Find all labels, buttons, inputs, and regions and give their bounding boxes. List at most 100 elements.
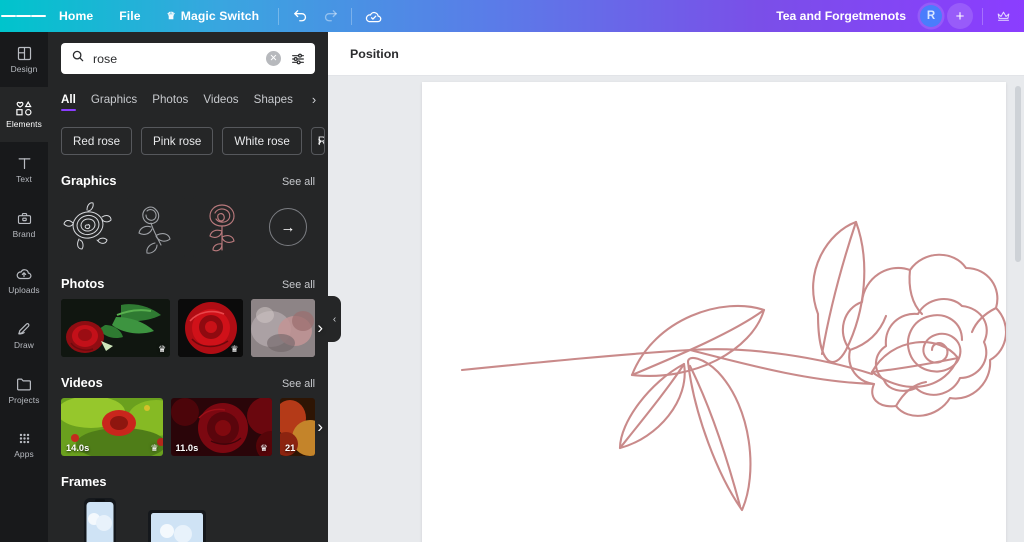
tab-photos-label: Photos — [152, 93, 188, 106]
elements-panel: rose ✕ All Graphics Photos — [48, 32, 328, 542]
redo-icon[interactable] — [315, 1, 345, 31]
pro-crown-icon: ♛ — [158, 345, 166, 354]
sidebar-item-apps[interactable]: Apps — [0, 417, 48, 472]
top-bar: Home File ♛ Magic Switch — [0, 0, 1024, 32]
canva-editor-window: Home File ♛ Magic Switch — [0, 0, 1024, 542]
video-rose-in-green-field[interactable]: 14.0s ♛ — [61, 398, 163, 456]
chips-chevron-right-icon[interactable]: › — [318, 133, 322, 148]
video-duration-3: 21 — [285, 443, 295, 453]
photo-blurred-rose-bokeh[interactable] — [251, 299, 315, 357]
design-title[interactable]: Tea and Forgetmenots — [776, 9, 906, 23]
graphic-rose-sketch-grey[interactable] — [127, 196, 185, 258]
sidebar-item-draw-label: Draw — [14, 341, 34, 349]
pro-crown-icon-3: ♛ — [150, 444, 158, 453]
avatar[interactable]: R — [920, 5, 942, 27]
section-title-videos: Videos — [61, 375, 103, 390]
topbar-divider-3 — [982, 8, 983, 25]
see-all-graphics[interactable]: See all — [282, 176, 315, 188]
undo-icon[interactable] — [285, 1, 315, 31]
video-duration: 14.0s — [66, 443, 89, 453]
video-partial[interactable]: 21 — [280, 398, 315, 456]
crown-icon[interactable] — [990, 3, 1016, 29]
chevron-right-icon[interactable]: › — [305, 92, 323, 107]
see-all-photos[interactable]: See all — [282, 279, 315, 291]
tab-shapes[interactable]: Shapes — [254, 93, 293, 111]
editor-area: Position — [328, 32, 1024, 542]
sidebar-item-elements[interactable]: Elements — [0, 87, 48, 142]
position-button[interactable]: Position — [342, 42, 407, 66]
menu-item-file-label: File — [119, 9, 140, 23]
sidebar-item-projects[interactable]: Projects — [0, 362, 48, 417]
sidebar-item-uploads[interactable]: Uploads — [0, 252, 48, 307]
filter-chips: Red rose Pink rose White rose Ro › — [48, 127, 328, 155]
menu-item-magic-switch[interactable]: ♛ Magic Switch — [154, 0, 272, 32]
tab-all-label: All — [61, 93, 76, 106]
sidebar-item-apps-label: Apps — [14, 450, 34, 458]
search-area: rose ✕ — [48, 32, 328, 74]
video-duration-2: 11.0s — [176, 443, 199, 453]
photo-red-rose-with-leaves[interactable]: ♛ — [61, 299, 170, 357]
pro-crown-icon-2: ♛ — [231, 345, 239, 354]
sidebar-item-brand[interactable]: Brand — [0, 197, 48, 252]
tab-videos[interactable]: Videos — [203, 93, 238, 111]
chip-pink-rose[interactable]: Pink rose — [141, 127, 213, 155]
sidebar-item-text[interactable]: Text — [0, 142, 48, 197]
sidebar-item-draw[interactable]: Draw — [0, 307, 48, 362]
panel-collapse-handle[interactable]: ‹ — [328, 296, 341, 342]
photos-row: ♛ ♛ — [48, 299, 328, 357]
sidebar-item-uploads-label: Uploads — [8, 286, 39, 294]
section-header-videos: Videos See all — [48, 375, 328, 390]
tab-graphics-label: Graphics — [91, 93, 137, 106]
sliders-icon[interactable] — [289, 50, 307, 68]
chip-white-rose-label: White rose — [234, 135, 289, 148]
sidebar-item-design-label: Design — [11, 65, 38, 73]
graphic-rose-line-art-white[interactable] — [61, 196, 119, 258]
section-title-frames: Frames — [61, 474, 107, 489]
sidebar-item-design[interactable]: Design — [0, 32, 48, 87]
cloud-check-icon[interactable] — [358, 1, 388, 31]
photo-red-rose-bloom[interactable]: ♛ — [178, 299, 242, 357]
toolbar-divider-2 — [351, 8, 352, 25]
add-collaborator-button[interactable]: + — [947, 3, 973, 29]
design-page[interactable] — [422, 82, 1006, 542]
chip-red-rose[interactable]: Red rose — [61, 127, 132, 155]
tab-photos[interactable]: Photos — [152, 93, 188, 111]
section-title-photos: Photos — [61, 276, 104, 291]
pro-crown-icon-4: ♛ — [260, 444, 268, 453]
category-tabs: All Graphics Photos Videos Shapes › — [48, 87, 328, 111]
hamburger-icon[interactable] — [0, 0, 46, 32]
search-input-value[interactable]: rose — [93, 52, 258, 66]
tab-graphics[interactable]: Graphics — [91, 93, 137, 111]
photos-chevron-right-icon[interactable]: › — [317, 318, 323, 338]
tab-all[interactable]: All — [61, 93, 76, 111]
menu-item-file[interactable]: File — [106, 0, 153, 32]
vertical-scrollbar[interactable] — [1015, 86, 1021, 262]
video-dark-red-roses[interactable]: 11.0s ♛ — [171, 398, 273, 456]
position-toolbar: Position — [328, 32, 1024, 76]
sidebar-item-text-label: Text — [16, 175, 32, 183]
see-all-videos[interactable]: See all — [282, 378, 315, 390]
frame-phone[interactable] — [83, 497, 117, 542]
section-title-graphics: Graphics — [61, 173, 116, 188]
search-input[interactable]: rose ✕ — [61, 43, 315, 74]
chip-red-rose-label: Red rose — [73, 135, 120, 148]
left-rail: Design Elements Text Brand — [0, 32, 48, 542]
menu-item-home[interactable]: Home — [46, 0, 106, 32]
arrow-right-icon[interactable]: → — [269, 208, 307, 246]
frames-row — [48, 497, 328, 542]
frame-tablet[interactable] — [147, 509, 207, 542]
graphic-rose-outline-pink[interactable] — [193, 196, 251, 258]
videos-chevron-right-icon[interactable]: › — [317, 417, 323, 437]
sidebar-item-elements-label: Elements — [6, 120, 42, 128]
chip-pink-rose-label: Pink rose — [153, 135, 201, 148]
section-header-frames: Frames — [48, 474, 328, 489]
chip-white-rose[interactable]: White rose — [222, 127, 301, 155]
tab-shapes-label: Shapes — [254, 93, 293, 106]
toolbar-divider — [278, 8, 279, 25]
section-header-photos: Photos See all — [48, 276, 328, 291]
close-circle-icon[interactable]: ✕ — [266, 51, 281, 66]
videos-row: 14.0s ♛ 11.0s ♛ — [48, 398, 328, 456]
chevron-left-icon: ‹ — [333, 314, 336, 325]
section-header-graphics: Graphics See all — [48, 173, 328, 188]
canvas-area[interactable] — [328, 76, 1024, 542]
